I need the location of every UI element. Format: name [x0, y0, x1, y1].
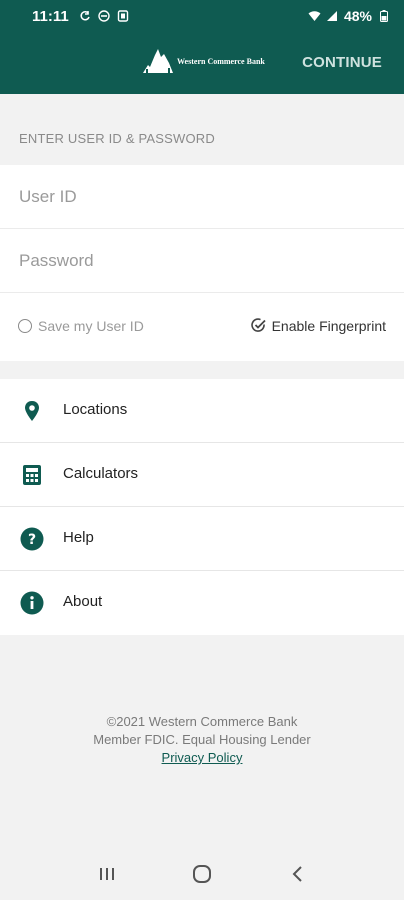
do-not-disturb-icon	[98, 10, 111, 23]
save-user-id-label: Save my User ID	[38, 318, 144, 334]
status-left: 11:11	[32, 8, 130, 25]
user-id-input[interactable]	[0, 165, 404, 228]
recent-apps-button[interactable]	[87, 854, 127, 894]
menu-item-about[interactable]: About	[0, 571, 404, 635]
recent-apps-icon	[100, 868, 115, 880]
enable-fingerprint-toggle[interactable]: Enable Fingerprint	[250, 317, 386, 334]
status-time: 11:11	[32, 7, 69, 25]
copyright-text: ©2021 Western Commerce Bank	[106, 714, 298, 729]
status-bar: 11:11 48%	[0, 0, 404, 32]
mountain-logo-icon	[143, 49, 173, 73]
enable-fingerprint-label: Enable Fingerprint	[271, 317, 386, 334]
menu-item-label: Calculators	[63, 465, 139, 482]
menu-item-calculators[interactable]: Calculators	[0, 443, 404, 507]
status-right: 48%	[308, 8, 390, 24]
sync-icon	[79, 10, 92, 23]
location-pin-icon	[20, 399, 44, 423]
save-user-id-toggle[interactable]: Save my User ID	[18, 318, 144, 334]
app-header: Western Commerce Bank CONTINUE	[0, 32, 404, 94]
wifi-icon	[308, 10, 321, 23]
signal-icon	[326, 10, 339, 23]
help-icon: ?	[20, 527, 44, 551]
user-id-field-container	[0, 165, 404, 229]
battery-percent: 48%	[343, 8, 372, 24]
member-fdic-text: Member FDIC. Equal Housing Lender	[93, 732, 311, 747]
notification-icon	[117, 10, 130, 23]
menu-item-locations[interactable]: Locations	[0, 379, 404, 443]
calculator-icon	[20, 463, 44, 487]
continue-button[interactable]: CONTINUE	[302, 54, 382, 71]
info-icon	[20, 591, 44, 615]
logo-text: Western Commerce Bank	[177, 56, 265, 66]
back-button[interactable]	[277, 854, 317, 894]
password-input[interactable]	[0, 229, 404, 292]
bank-logo: Western Commerce Bank	[142, 45, 265, 77]
menu-item-help[interactable]: ? Help	[0, 507, 404, 571]
check-circle-icon	[250, 318, 266, 332]
login-card: Save my User ID Enable Fingerprint	[0, 165, 404, 361]
login-section-label: ENTER USER ID & PASSWORD	[19, 131, 215, 146]
system-nav-bar	[0, 848, 404, 900]
back-icon	[292, 866, 302, 882]
menu-item-label: Locations	[63, 401, 128, 418]
svg-text:?: ?	[28, 532, 36, 548]
battery-icon	[377, 10, 390, 23]
privacy-policy-link[interactable]: Privacy Policy	[162, 750, 243, 765]
quick-links-menu: Locations Calculators ? Help About	[0, 379, 404, 635]
radio-unchecked-icon	[18, 319, 32, 333]
menu-item-label: About	[63, 593, 103, 610]
home-button[interactable]	[182, 854, 222, 894]
menu-item-label: Help	[63, 529, 94, 546]
password-field-container	[0, 229, 404, 293]
home-icon	[192, 865, 211, 883]
footer: ©2021 Western Commerce Bank Member FDIC.…	[0, 713, 404, 767]
login-options-row: Save my User ID Enable Fingerprint	[0, 293, 404, 361]
